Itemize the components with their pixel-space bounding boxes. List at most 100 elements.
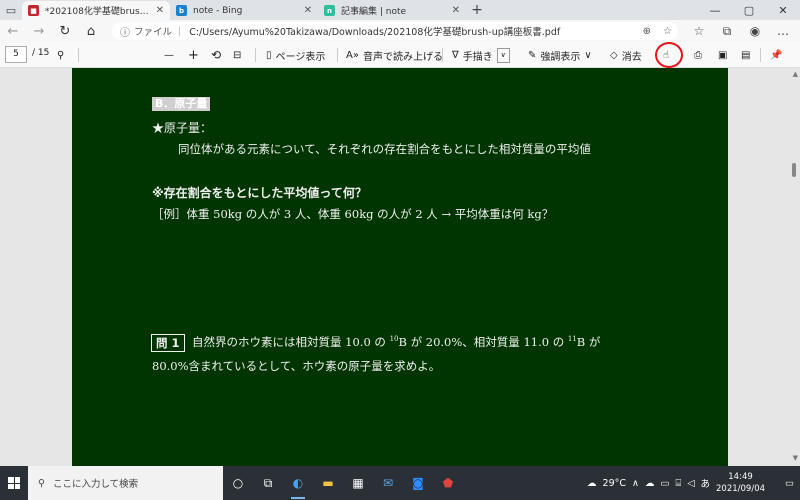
tab-bing[interactable]: b note - Bing ✕ [170,1,318,20]
zoom-app-icon[interactable]: ◙ [403,466,433,500]
pdf-app-icon[interactable]: ⬟ [433,466,463,500]
problem-label: 問 1 [151,334,185,352]
divider [337,48,338,62]
print-icon[interactable]: ⎙ [694,42,702,68]
chevron-down-icon[interactable]: ∨ [496,47,510,63]
tab-title: 記事編集 | note [341,7,407,17]
window-controls: — ▢ ✕ [698,0,800,20]
highlight-label: 強調表示 [540,51,581,63]
chevron-down-icon[interactable]: ∨ [584,50,591,61]
zoom-icon[interactable]: ⊕ [643,26,651,37]
scheme-label: ファイル [134,27,173,38]
zoom-in-button[interactable]: + [188,42,199,68]
draw-button[interactable]: ∇ 手描き ∨ [452,42,510,68]
zoom-out-button[interactable]: — [164,42,174,68]
tab-title: note - Bing [193,5,243,16]
tab-strip: ▭ ■ *202108化学基礎brush-up講座板書.pdf ✕ b note… [0,0,800,20]
problem-line-2: 80.0%含まれているとして、ホウ素の原子量を求めよ。 [152,359,441,373]
profile-icon[interactable]: ◉ [744,24,766,38]
minimize-button[interactable]: — [698,0,732,20]
close-icon[interactable]: ✕ [304,5,312,16]
close-icon[interactable]: ✕ [156,5,164,16]
favorite-star-icon[interactable]: ☆ [663,26,672,37]
store-icon[interactable]: ▦ [343,466,373,500]
cortana-icon[interactable]: ○ [223,466,253,500]
forward-button[interactable]: → [26,20,52,42]
collections-icon[interactable]: ⧉ [716,24,738,39]
example-text: ［例］体重 50kg の人が 3 人、体重 60kg の人が 2 人 → 平均体… [152,207,554,221]
read-aloud-icon: A» [346,49,359,61]
back-button[interactable]: ← [0,20,26,42]
url-text[interactable]: C:/Users/Ayumu%20Takizawa/Downloads/2021… [189,24,560,38]
ime-indicator[interactable]: あ [701,476,711,490]
highlighter-icon: ✎ [528,49,537,61]
page-view-label: ページ表示 [275,51,326,63]
pen-icon: ∇ [452,49,459,61]
taskbar-search[interactable]: ⚲ ここに入力して検索 [28,466,223,500]
tab-actions-icon[interactable]: ▭ [0,0,22,20]
section-heading: B．原子量 [152,97,211,111]
page-total: / 15 [32,48,50,58]
page-number-input[interactable]: 5 [5,46,27,63]
search-icon: ⚲ [38,477,45,489]
pdf-toolbar: 5 / 15 ⚲ — + ⟲ ⊟ ▯ ページ表示 A» 音声で読み上げる ∇ 手… [0,42,800,68]
scroll-down-icon[interactable]: ▼ [793,454,798,462]
mail-icon[interactable]: ✉ [373,466,403,500]
battery-icon[interactable]: ▭ [661,478,670,489]
save-as-icon[interactable]: ▤ [741,42,750,68]
clock[interactable]: 14:49 2021/09/04 [716,471,765,495]
weather-icon[interactable]: ☁ [587,478,597,489]
search-icon[interactable]: ⚲ [57,42,64,68]
network-icon[interactable]: ⌸ [675,478,681,489]
close-window-button[interactable]: ✕ [766,0,800,20]
bing-icon: b [176,5,187,16]
pdf-page: B．原子量 ★原子量： 同位体がある元素について、それぞれの存在割合をもとにした… [72,68,728,466]
home-icon[interactable]: ⌂ [78,20,104,42]
highlight-button[interactable]: ✎ 強調表示 ∨ [528,42,592,68]
edge-icon[interactable]: ◐ [283,466,313,500]
chevron-up-icon[interactable]: ∧ [632,478,639,489]
close-icon[interactable]: ✕ [452,5,460,16]
windows-icon [8,477,20,489]
refresh-button[interactable]: ↻ [52,20,78,42]
scroll-thumb[interactable] [792,163,796,177]
pin-toolbar-icon[interactable]: 📌 [770,42,782,68]
favorites-icon[interactable]: ☆ [688,24,710,38]
file-explorer-icon[interactable]: ▬ [313,466,343,500]
pdf-viewer[interactable]: B．原子量 ★原子量： 同位体がある元素について、それぞれの存在割合をもとにした… [0,68,800,466]
definition-title: ★原子量： [152,121,213,135]
search-placeholder: ここに入力して検索 [52,479,139,490]
tab-note[interactable]: n 記事編集 | note ✕ [318,1,466,20]
new-tab-button[interactable]: + [466,0,488,20]
clock-time: 14:49 [728,472,753,482]
fit-page-icon[interactable]: ⊟ [233,42,241,68]
system-tray: ☁ 29°C ∧ ☁ ▭ ⌸ ◁ あ 14:49 2021/09/04 ▭ [587,466,800,500]
url-field[interactable]: ⓘ ファイル | C:/Users/Ayumu%20Takizawa/Downl… [112,22,678,40]
erase-button[interactable]: ◇ 消去 [610,42,642,68]
scrollbar[interactable]: ▲ ▼ [788,68,800,466]
weather-temp[interactable]: 29°C [603,478,626,489]
notification-icon[interactable]: ▭ [785,478,794,489]
page-view-button[interactable]: ▯ ページ表示 [266,42,325,68]
maximize-button[interactable]: ▢ [732,0,766,20]
note-icon: n [324,5,335,16]
address-bar: ← → ↻ ⌂ ⓘ ファイル | C:/Users/Ayumu%20Takiza… [0,20,800,42]
more-menu-icon[interactable]: … [772,24,794,38]
info-icon[interactable]: ⓘ [120,24,130,39]
definition-text: 同位体がある元素について、それぞれの存在割合をもとにした相対質量の平均値 [178,142,591,156]
start-button[interactable] [0,466,28,500]
read-aloud-label: 音声で読み上げる [362,51,443,63]
problem-line-1: 自然界のホウ素には相対質量 10.0 の 10B が 20.0%、相対質量 11… [192,335,601,349]
task-view-icon[interactable]: ⧉ [253,466,283,500]
scroll-up-icon[interactable]: ▲ [793,70,798,78]
volume-icon[interactable]: ◁ [687,478,694,489]
read-aloud-button[interactable]: A» 音声で読み上げる [346,42,443,68]
cloud-icon[interactable]: ☁ [645,478,655,489]
clock-date: 2021/09/04 [716,484,766,494]
save-icon[interactable]: ▣ [718,42,727,68]
tab-pdf[interactable]: ■ *202108化学基礎brush-up講座板書.pdf ✕ [22,1,170,20]
book-icon: ▯ [266,49,272,61]
divider [760,48,761,62]
draw-label: 手描き [462,51,493,63]
rotate-icon[interactable]: ⟲ [211,42,221,68]
